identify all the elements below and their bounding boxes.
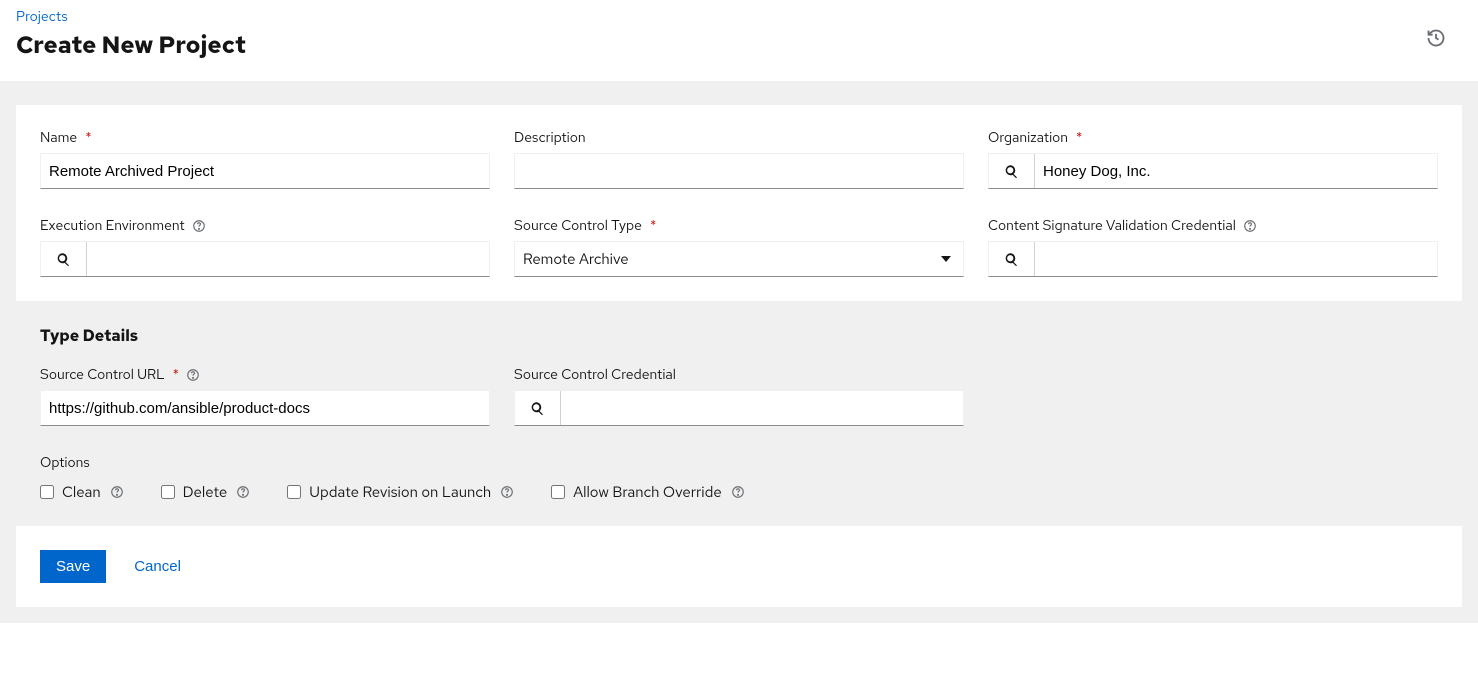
help-icon[interactable]: [730, 484, 746, 500]
field-scm-type: Source Control Type * Remote Archive: [514, 217, 964, 277]
search-icon: [1004, 164, 1019, 179]
delete-checkbox[interactable]: [161, 485, 175, 499]
exec-env-lookup-button[interactable]: [41, 242, 87, 276]
help-icon[interactable]: [109, 484, 125, 500]
field-content-sig: Content Signature Validation Credential: [988, 217, 1438, 277]
label-exec-env: Execution Environment: [40, 217, 185, 235]
type-details-heading: Type Details: [40, 325, 1438, 346]
exec-env-input[interactable]: [87, 242, 489, 276]
name-input[interactable]: [41, 154, 489, 188]
option-branch[interactable]: Allow Branch Override: [551, 482, 745, 502]
help-icon[interactable]: [499, 484, 515, 500]
field-scm-cred: Source Control Credential: [514, 366, 964, 426]
help-icon[interactable]: [1242, 218, 1258, 234]
page-title: Create New Project: [16, 30, 1462, 61]
label-name: Name: [40, 129, 77, 147]
scm-cred-lookup-button[interactable]: [515, 391, 561, 425]
breadcrumb-projects[interactable]: Projects: [16, 8, 68, 26]
history-icon[interactable]: [1426, 28, 1446, 48]
option-clean[interactable]: Clean: [40, 482, 125, 502]
scm-type-select[interactable]: Remote Archive: [514, 241, 964, 277]
options-label: Options: [40, 454, 1438, 472]
option-update[interactable]: Update Revision on Launch: [287, 482, 515, 502]
content-sig-input[interactable]: [1035, 242, 1437, 276]
organization-lookup-button[interactable]: [989, 154, 1035, 188]
search-icon: [56, 252, 71, 267]
help-icon[interactable]: [185, 367, 201, 383]
delete-label: Delete: [183, 482, 228, 502]
label-scm-type: Source Control Type: [514, 217, 642, 235]
field-exec-env: Execution Environment: [40, 217, 490, 277]
label-scm-url: Source Control URL: [40, 366, 165, 384]
search-icon: [1004, 252, 1019, 267]
content-sig-lookup-button[interactable]: [989, 242, 1035, 276]
clean-checkbox[interactable]: [40, 485, 54, 499]
required-marker: *: [173, 366, 179, 384]
scm-cred-input[interactable]: [561, 391, 963, 425]
label-content-sig: Content Signature Validation Credential: [988, 217, 1236, 235]
required-marker: *: [1076, 129, 1082, 147]
field-name: Name *: [40, 129, 490, 189]
required-marker: *: [650, 217, 656, 235]
field-organization: Organization *: [988, 129, 1438, 189]
branch-checkbox[interactable]: [551, 485, 565, 499]
search-icon: [530, 401, 545, 416]
organization-input[interactable]: [1035, 154, 1437, 188]
description-input[interactable]: [515, 154, 963, 188]
label-description: Description: [514, 129, 586, 147]
scm-type-value: Remote Archive: [523, 249, 629, 269]
cancel-button[interactable]: Cancel: [130, 550, 185, 583]
field-description: Description: [514, 129, 964, 189]
help-icon[interactable]: [235, 484, 251, 500]
required-marker: *: [85, 129, 91, 147]
branch-label: Allow Branch Override: [573, 482, 721, 502]
update-label: Update Revision on Launch: [309, 482, 491, 502]
field-scm-url: Source Control URL *: [40, 366, 490, 426]
chevron-down-icon: [941, 256, 951, 262]
help-icon[interactable]: [191, 218, 207, 234]
label-scm-cred: Source Control Credential: [514, 366, 676, 384]
label-organization: Organization: [988, 129, 1068, 147]
option-delete[interactable]: Delete: [161, 482, 252, 502]
update-checkbox[interactable]: [287, 485, 301, 499]
scm-url-input[interactable]: [41, 391, 489, 425]
save-button[interactable]: Save: [40, 550, 106, 583]
clean-label: Clean: [62, 482, 101, 502]
